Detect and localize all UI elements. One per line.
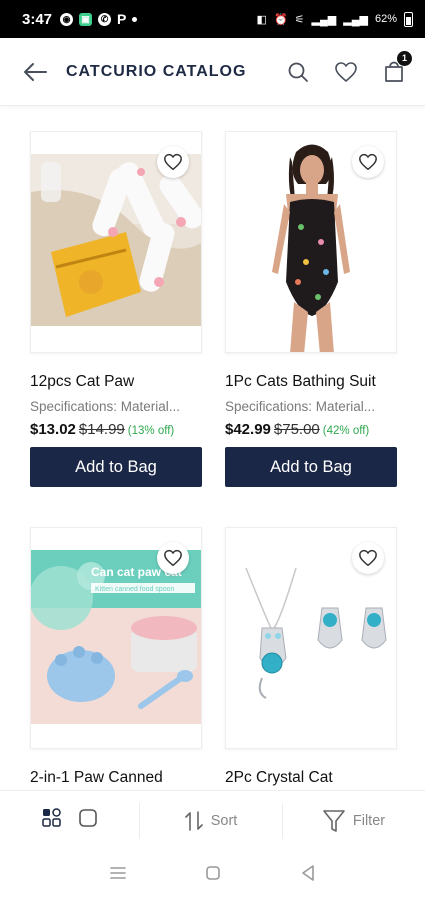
grid-view-icon [41,808,61,827]
product-spec: Specifications: Material... [225,399,376,414]
product-image[interactable] [30,131,202,353]
arrow-left-icon [24,62,47,81]
messenger-icon: ◉ [60,12,74,26]
add-to-bag-button[interactable]: Add to Bag [30,447,202,487]
back-button[interactable] [18,55,52,89]
back-triangle-icon [302,864,314,881]
product-name[interactable]: 1Pc Cats Bathing Suit [225,373,397,391]
wishlist-button[interactable] [333,59,359,85]
whatsapp-icon: ✆ [98,12,112,26]
signal-icon-2: ▂▄▆ [343,13,368,26]
product-price: $42.99 [225,421,271,438]
heart-icon [164,549,182,567]
signal-icon: ▂▄▆ [311,13,337,26]
heart-icon [164,153,182,171]
home-icon [206,865,221,880]
battery-icon [404,11,413,27]
product-name[interactable]: 2-in-1 Paw Canned [30,769,202,787]
status-more-dot [132,16,138,22]
search-button[interactable] [285,59,311,85]
single-view-button[interactable] [78,808,98,833]
alarm-icon: ⏰ [273,13,288,26]
grid-view-button[interactable] [41,808,62,833]
home-button[interactable] [205,865,221,886]
product-old-price: $14.99 [78,421,125,438]
header-actions: 1 [285,50,412,85]
page-title: CATCURIO CATALOG [66,62,247,80]
product-card[interactable]: 2Pc Crystal Cat [225,527,397,787]
sort-label: Sort [210,812,238,829]
card-wishlist-button[interactable] [157,146,189,178]
heart-icon [359,153,377,171]
product-image[interactable] [225,131,397,353]
image-overlay-subtitle: Kitten canned food spoon [95,586,175,593]
product-old-price: $75.00 [273,421,320,438]
product-grid: 12pcs Cat Paw Specifications: Material..… [0,106,425,790]
product-spec: Specifications: Material... [30,399,181,414]
product-name[interactable]: 12pcs Cat Paw [30,373,202,391]
wifi-icon: ⚟ [294,13,305,26]
vibrate-icon: ◧ [256,13,267,26]
product-card[interactable]: 1Pc Cats Bathing Suit Specifications: Ma… [225,131,397,487]
bottom-action-bar: Sort Filter [0,790,425,850]
product-name[interactable]: 2Pc Crystal Cat [225,769,397,787]
sort-icon [184,810,203,831]
price-row: $42.99 $75.00 (42% off) [225,421,397,438]
system-nav-bar [0,850,425,900]
recents-button[interactable] [109,866,127,885]
single-view-icon [78,809,97,827]
battery-text: 62% [374,13,397,25]
sort-button[interactable]: Sort [140,802,283,839]
heart-icon [335,61,357,82]
status-time: 3:47 [22,10,53,28]
product-discount: (42% off) [322,425,370,437]
status-p-label: P [117,11,127,27]
product-price: $13.02 [30,421,76,438]
add-to-bag-button[interactable]: Add to Bag [225,447,397,487]
filter-button[interactable]: Filter [283,803,425,839]
card-wishlist-button[interactable] [352,146,384,178]
filter-icon [323,809,345,832]
status-notification-icons: ◉ ▣ ✆ P [60,11,138,27]
card-wishlist-button[interactable] [352,542,384,574]
search-icon [288,62,308,82]
product-card[interactable]: Can cat paw cat Kitten canned food spoon… [30,527,202,787]
heart-icon [359,549,377,567]
status-bar: 3:47 ◉ ▣ ✆ P ◧ ⏰ ⚟ ▂▄▆ ▂▄▆ 62% [0,0,425,38]
system-back-button[interactable] [300,864,316,887]
filter-label: Filter [352,812,386,829]
cart-count-badge: 1 [397,50,412,66]
chat-icon: ▣ [79,12,93,26]
price-row: $13.02 $14.99 (13% off) [30,421,202,438]
app-header: CATCURIO CATALOG 1 [0,38,425,106]
product-image[interactable]: Can cat paw cat Kitten canned food spoon [30,527,202,749]
recents-icon [110,866,126,879]
card-wishlist-button[interactable] [157,542,189,574]
cart-button[interactable]: 1 [381,50,412,85]
product-discount: (13% off) [127,425,175,437]
product-card[interactable]: 12pcs Cat Paw Specifications: Material..… [30,131,202,487]
product-image[interactable] [225,527,397,749]
status-system-icons: ◧ ⏰ ⚟ ▂▄▆ ▂▄▆ 62% [256,11,413,27]
view-toggle [0,802,140,839]
